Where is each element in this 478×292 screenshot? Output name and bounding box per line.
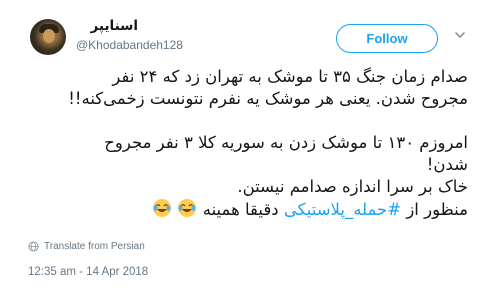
tweet-line: شدن! — [426, 155, 468, 174]
tweet-line: صدام زمان جنگ ۳۵ تا موشک به تهران زد که … — [112, 67, 468, 86]
tweet-text-segment: دقیقا همینه — [202, 200, 279, 219]
avatar-face — [43, 29, 55, 43]
avatar[interactable] — [30, 19, 66, 55]
joy-emoji-icon — [178, 199, 197, 217]
tweet-timestamp[interactable]: 12:35 am - 14 Apr 2018 — [28, 266, 148, 278]
tweet-text: صدام زمان جنگ ۳۵ تا موشک به تهران زد که … — [28, 66, 468, 221]
joy-emoji-icon — [153, 199, 172, 217]
translate-link[interactable]: Translate from Persian — [28, 241, 145, 252]
hashtag-link[interactable]: #حمله_پلاستیکی — [284, 200, 401, 219]
translate-label[interactable]: Translate from Persian — [44, 241, 145, 252]
display-name[interactable]: اسنایپر — [78, 18, 138, 34]
globe-icon — [28, 241, 39, 252]
tweet-line-hashtag: منظور از #حمله_پلاستیکی دقیقا همینه — [28, 198, 468, 221]
chevron-down-icon[interactable] — [453, 28, 467, 42]
tweet-text-segment: منظور از — [406, 200, 468, 219]
follow-button[interactable]: Follow — [336, 24, 438, 53]
tweet-line: امروزم ۱۳۰ تا موشک زدن به سوریه کلا ۳ نف… — [104, 133, 468, 152]
tweet-line: مجروح شدن. یعنی هر موشک یه نفرم نتونست ز… — [68, 89, 468, 108]
tweet-card: اسنایپر @Khodabandeh128 Follow صدام زمان… — [0, 0, 478, 292]
user-handle[interactable]: @Khodabandeh128 — [76, 38, 183, 52]
tweet-line: خاک بر سرا اندازه صدامم نیستن. — [237, 177, 468, 196]
